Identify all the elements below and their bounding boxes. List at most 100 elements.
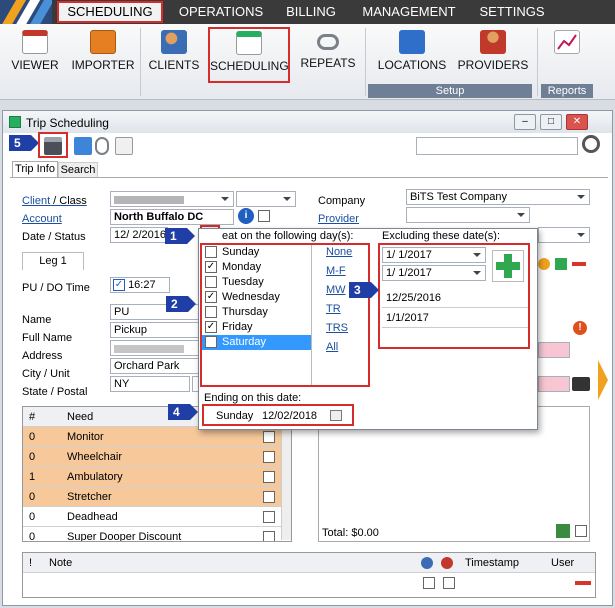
fullname-input[interactable]: Pickup — [110, 322, 200, 338]
fare-checkbox[interactable] — [575, 525, 587, 537]
need-checkbox[interactable] — [263, 511, 275, 523]
ending-date-picker[interactable]: Sunday 12/02/2018 — [202, 404, 354, 426]
client-select[interactable] — [110, 191, 234, 207]
account-checkbox[interactable] — [258, 210, 270, 222]
repeats-button[interactable]: REPEATS — [298, 28, 358, 80]
day-option[interactable]: Tuesday — [202, 275, 311, 290]
day-preset-link[interactable]: All — [326, 341, 352, 353]
clear-icon[interactable] — [572, 377, 590, 391]
tab-trip-info[interactable]: Trip Info — [12, 161, 58, 177]
needs-row[interactable]: 0 Deadhead — [23, 507, 291, 527]
needs-row[interactable]: 0 Stretcher — [23, 487, 291, 507]
search-input[interactable] — [416, 137, 578, 155]
day-option[interactable]: Thursday — [202, 305, 311, 320]
company-select[interactable]: BiTS Test Company — [406, 189, 590, 205]
print-icon[interactable] — [115, 137, 133, 155]
attach-icon[interactable] — [95, 137, 109, 155]
minimize-button[interactable]: – — [514, 114, 536, 130]
day-checkbox[interactable] — [205, 306, 217, 318]
exclude-date-picker-1[interactable]: 1/ 1/2017 — [382, 247, 486, 263]
clock-icon[interactable] — [538, 258, 550, 270]
add-leg-icon[interactable] — [555, 258, 567, 270]
reports-button[interactable] — [545, 28, 589, 80]
need-checkbox[interactable] — [263, 451, 275, 463]
menu-tab-settings[interactable]: SETTINGS — [474, 0, 550, 24]
day-preset-link[interactable]: None — [326, 246, 352, 258]
day-checkbox[interactable] — [205, 246, 217, 258]
excluded-date[interactable]: 12/25/2016 — [382, 288, 528, 308]
day-checkbox[interactable] — [205, 276, 217, 288]
day-label: Tuesday — [222, 276, 264, 288]
excluded-date[interactable]: 1/1/2017 — [382, 308, 528, 328]
search-icon[interactable] — [582, 135, 600, 153]
info-icon[interactable]: i — [238, 208, 254, 224]
day-checkbox[interactable]: ✓ — [205, 291, 217, 303]
day-option[interactable]: Sunday — [202, 245, 311, 260]
status-select[interactable] — [538, 227, 590, 243]
date-input[interactable]: 12/ 2/2016 — [110, 227, 168, 243]
need-checkbox[interactable] — [263, 531, 275, 541]
tab-search[interactable]: Search — [58, 162, 98, 177]
scheduling-button[interactable]: SCHEDULING — [208, 27, 290, 83]
close-button[interactable]: ✕ — [566, 114, 588, 130]
exclude-date-picker-2[interactable]: 1/ 1/2017 — [382, 265, 486, 281]
pu-time-input[interactable]: ✓ 16:27 — [110, 277, 170, 293]
provider-select[interactable] — [406, 207, 530, 223]
need-count: 0 — [29, 491, 36, 503]
needs-row[interactable]: 1 Ambulatory — [23, 467, 291, 487]
day-preset-link[interactable]: M-F — [326, 265, 352, 277]
day-checkbox[interactable]: ✓ — [205, 321, 217, 333]
account-label[interactable]: Account — [22, 213, 62, 225]
day-option[interactable]: Saturday — [202, 335, 311, 350]
day-checkbox[interactable]: ✓ — [205, 261, 217, 273]
providers-icon — [480, 30, 506, 54]
ending-calendar-icon[interactable] — [330, 410, 342, 421]
callout-1: 1 — [165, 228, 195, 244]
class-select[interactable] — [236, 191, 296, 207]
day-label: Sunday — [222, 246, 260, 258]
clients-button[interactable]: CLIENTS — [146, 28, 202, 80]
needs-row[interactable]: 0 Super Dooper Discount — [23, 527, 291, 541]
pudo-label: PU / DO Time — [22, 282, 90, 294]
save-icon — [44, 137, 62, 155]
needs-row[interactable]: 0 Monitor — [23, 427, 291, 447]
city-input[interactable]: Orchard Park — [110, 358, 200, 374]
dropoff-address-input[interactable] — [538, 342, 570, 358]
dropoff-state-input[interactable] — [538, 376, 570, 392]
importer-button[interactable]: IMPORTER — [70, 28, 136, 80]
need-checkbox[interactable] — [263, 491, 275, 503]
ending-label: Ending on this date: — [204, 392, 302, 404]
maximize-button[interactable]: □ — [540, 114, 562, 130]
remove-note-icon[interactable] — [575, 581, 591, 585]
providers-button[interactable]: PROVIDERS — [455, 28, 531, 80]
need-checkbox[interactable] — [263, 471, 275, 483]
day-option[interactable]: ✓ Friday — [202, 320, 311, 335]
state-input[interactable]: NY — [110, 376, 190, 392]
save-button[interactable] — [38, 132, 68, 158]
day-option[interactable]: ✓ Monday — [202, 260, 311, 275]
provider-label[interactable]: Provider — [318, 213, 359, 225]
locations-button[interactable]: LOCATIONS — [374, 28, 450, 80]
day-checkbox[interactable] — [205, 336, 217, 348]
document-icon[interactable] — [74, 137, 92, 155]
add-exclusion-button[interactable] — [492, 250, 524, 282]
account-input[interactable]: North Buffalo DC — [110, 209, 234, 225]
ending-day: Sunday — [216, 410, 254, 422]
needs-row[interactable]: 0 Wheelchair — [23, 447, 291, 467]
day-preset-link[interactable]: TRS — [326, 322, 352, 334]
clients-icon — [161, 30, 187, 54]
excel-icon[interactable] — [556, 524, 570, 538]
menu-tab-management[interactable]: MANAGEMENT — [357, 0, 461, 24]
notes-provider-checkbox[interactable] — [443, 577, 455, 589]
remove-leg-icon[interactable] — [572, 262, 586, 266]
address-input[interactable] — [110, 340, 200, 356]
menu-tab-operations[interactable]: OPERATIONS — [172, 0, 270, 24]
notes-client-checkbox[interactable] — [423, 577, 435, 589]
need-checkbox[interactable] — [263, 431, 275, 443]
day-option[interactable]: ✓ Wednesday — [202, 290, 311, 305]
viewer-button[interactable]: VIEWER — [8, 28, 62, 80]
day-preset-link[interactable]: TR — [326, 303, 352, 315]
menu-tab-scheduling[interactable]: SCHEDULING — [57, 1, 163, 23]
menu-tab-billing[interactable]: BILLING — [280, 0, 342, 24]
leg-tab[interactable]: Leg 1 — [22, 252, 84, 270]
